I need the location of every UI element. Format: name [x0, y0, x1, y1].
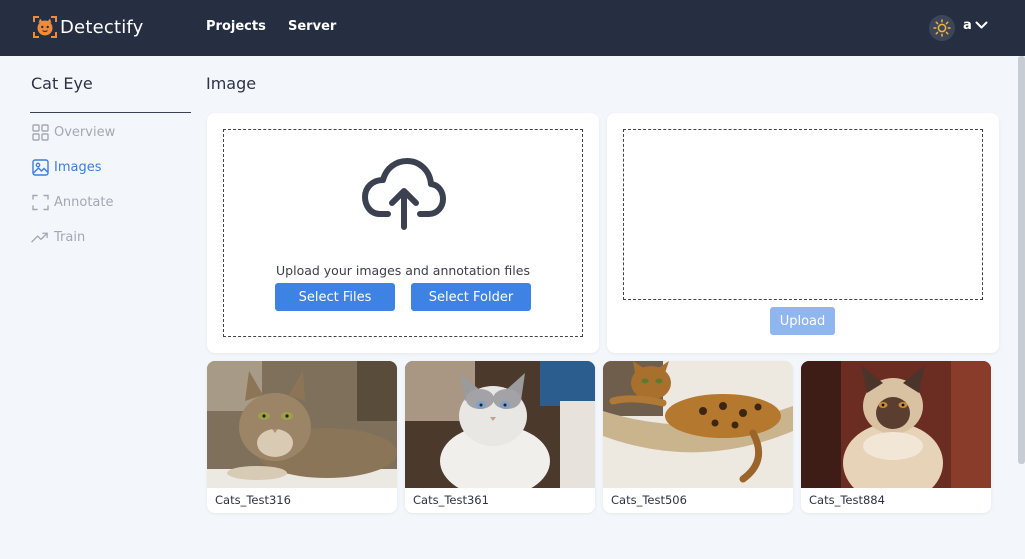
cat-thumbnail-image	[405, 361, 595, 488]
sidebar-item-label: Overview	[54, 124, 116, 140]
select-folder-button[interactable]: Select Folder	[411, 283, 531, 311]
top-navbar: Detectify Projects Server a	[0, 0, 1025, 56]
nav-projects[interactable]: Projects	[206, 19, 266, 34]
upload-dropzone[interactable]: Upload your images and annotation files …	[223, 129, 583, 337]
project-title: Cat Eye	[31, 74, 93, 93]
sidebar-item-images[interactable]: Images	[31, 158, 102, 176]
sun-icon	[933, 19, 951, 37]
sidebar-item-label: Train	[54, 229, 86, 245]
cat-thumbnail-image	[801, 361, 991, 488]
image-icon	[31, 158, 49, 176]
cat-thumbnail-image	[603, 361, 793, 488]
trending-up-icon	[31, 228, 49, 246]
theme-toggle-button[interactable]	[929, 15, 955, 41]
app-name: Detectify	[60, 16, 144, 38]
image-card[interactable]: Cats_Test316	[207, 361, 397, 513]
upload-instructions: Upload your images and annotation files	[276, 263, 530, 278]
upload-preview-area	[623, 129, 983, 300]
image-card[interactable]: Cats_Test884	[801, 361, 991, 513]
chevron-down-icon	[975, 21, 988, 29]
image-name: Cats_Test884	[809, 493, 885, 507]
sidebar-item-train[interactable]: Train	[31, 228, 85, 246]
cat-thumbnail-image	[207, 361, 397, 488]
sidebar-item-overview[interactable]: Overview	[31, 123, 115, 141]
detectify-logo-icon	[33, 16, 57, 38]
page-scrollbar[interactable]	[1018, 56, 1025, 464]
user-menu[interactable]: a	[963, 18, 988, 33]
upload-button[interactable]: Upload	[770, 307, 835, 335]
sidebar: Cat Eye Overview Images Annotate Train	[30, 56, 191, 559]
cloud-upload-icon	[362, 158, 446, 230]
image-name: Cats_Test361	[413, 493, 489, 507]
image-card[interactable]: Cats_Test506	[603, 361, 793, 513]
nav-server[interactable]: Server	[288, 19, 336, 34]
upload-preview-card: Upload	[607, 113, 999, 353]
image-card[interactable]: Cats_Test361	[405, 361, 595, 513]
brand[interactable]: Detectify	[32, 14, 144, 40]
sidebar-item-label: Images	[54, 159, 102, 175]
image-name: Cats_Test506	[611, 493, 687, 507]
sidebar-divider	[30, 112, 191, 113]
select-files-button[interactable]: Select Files	[275, 283, 395, 311]
image-name: Cats_Test316	[215, 493, 291, 507]
sidebar-item-label: Annotate	[54, 194, 114, 210]
user-name: a	[963, 18, 972, 33]
sidebar-item-annotate[interactable]: Annotate	[31, 193, 113, 211]
grid-icon	[31, 123, 49, 141]
focus-frame-icon	[31, 193, 49, 211]
upload-card: Upload your images and annotation files …	[207, 113, 599, 353]
page-title: Image	[206, 74, 257, 93]
